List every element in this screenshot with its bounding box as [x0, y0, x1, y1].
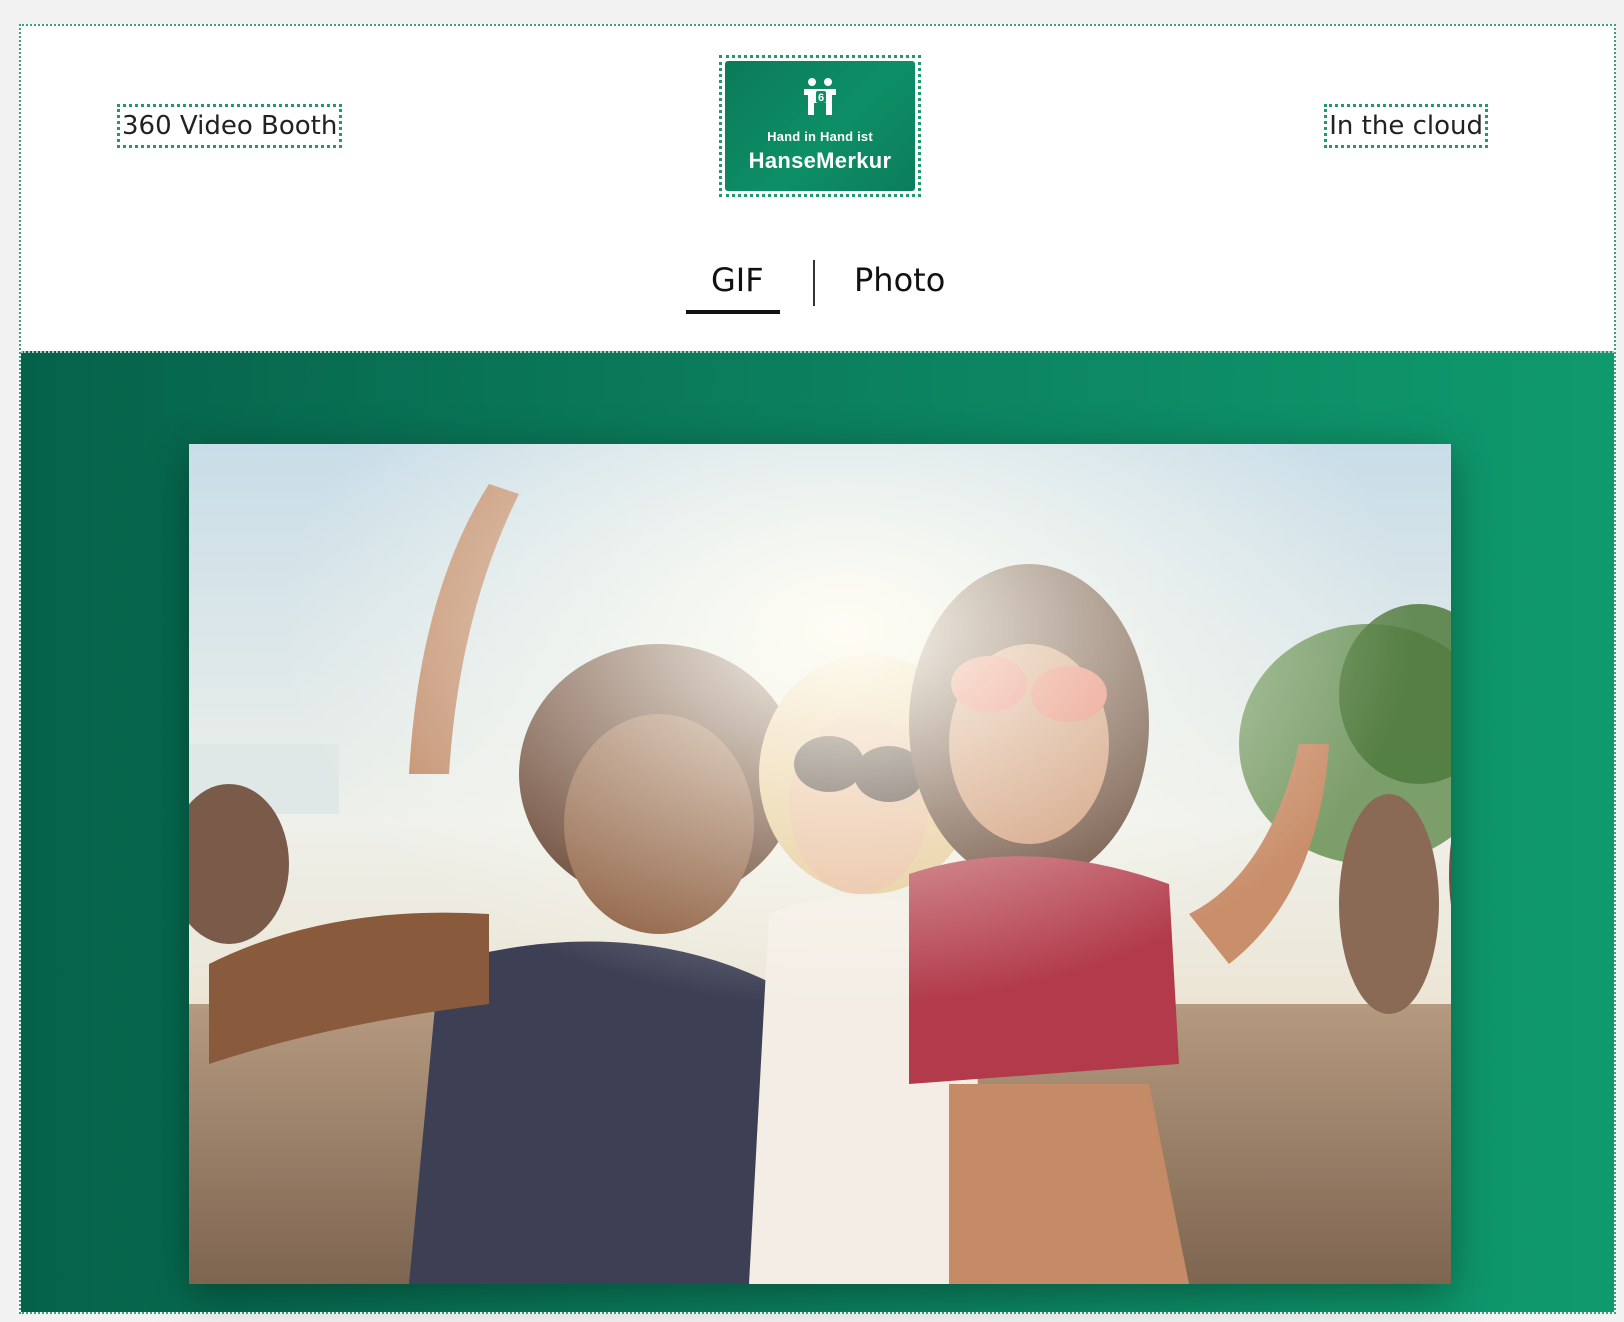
- logo-badge: 6 Hand in Hand ist HanseMerkur: [725, 61, 915, 191]
- media-tabs: GIF Photo: [686, 258, 986, 318]
- logo-tagline: Hand in Hand ist: [767, 129, 873, 144]
- svg-text:6: 6: [818, 92, 824, 104]
- gallery-photo[interactable]: [189, 444, 1451, 1284]
- right-label: In the cloud: [1324, 104, 1488, 148]
- tab-photo[interactable]: Photo: [854, 258, 945, 302]
- group-photo-image: [189, 444, 1451, 1284]
- active-tab-indicator: [686, 310, 780, 314]
- gallery-section: [21, 351, 1614, 1312]
- logo-brand-name: HanseMerkur: [748, 148, 892, 173]
- header: 360 Video Booth 6 Hand in Hand ist Hanse…: [21, 26, 1614, 351]
- page-frame: 360 Video Booth 6 Hand in Hand ist Hanse…: [19, 24, 1616, 1314]
- people-group-icon: 6: [804, 78, 836, 115]
- tab-divider: [813, 260, 815, 306]
- brand-logo[interactable]: 6 Hand in Hand ist HanseMerkur: [719, 55, 921, 197]
- tab-gif[interactable]: GIF: [711, 258, 764, 302]
- left-label: 360 Video Booth: [117, 104, 343, 148]
